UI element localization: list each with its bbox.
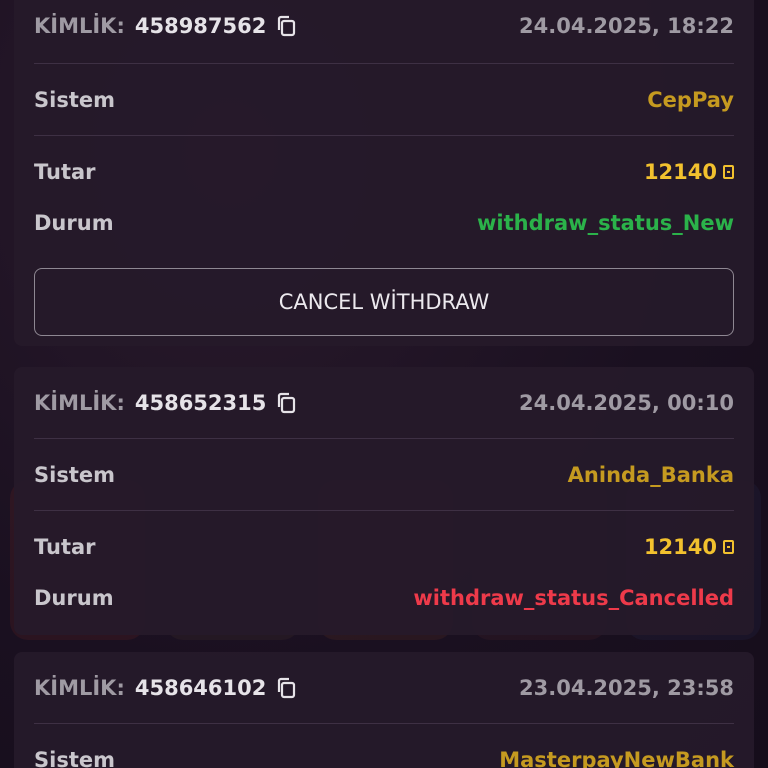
copy-icon[interactable] — [276, 15, 296, 37]
transaction-id: KİMLİK: 458987562 — [34, 14, 296, 38]
transaction-date: 24.04.2025, 18:22 — [519, 14, 734, 38]
id-label: KİMLİK: — [34, 14, 125, 38]
amount-value: 12140 — [644, 160, 734, 184]
system-row: Sistem CepPay — [34, 82, 734, 118]
system-value: Aninda_Banka — [567, 463, 734, 487]
divider — [34, 135, 734, 136]
divider — [34, 438, 734, 439]
status-row: Durum withdraw_status_Cancelled — [34, 580, 734, 616]
status-row: Durum withdraw_status_New — [34, 205, 734, 241]
transaction-card: KİMLİK: 458646102 23.04.2025, 23:58 Sist… — [14, 652, 754, 768]
system-value: MasterpayNewBank — [499, 748, 734, 768]
system-value: CepPay — [647, 88, 734, 112]
id-label: KİMLİK: — [34, 676, 125, 700]
system-label: Sistem — [34, 88, 115, 112]
currency-icon — [723, 165, 734, 179]
id-label: KİMLİK: — [34, 391, 125, 415]
amount-number: 12140 — [643, 160, 717, 184]
system-label: Sistem — [34, 463, 115, 487]
id-value: 458646102 — [134, 676, 267, 700]
transaction-header: KİMLİK: 458987562 24.04.2025, 18:22 — [34, 8, 734, 44]
divider — [34, 63, 734, 64]
transaction-card: KİMLİK: 458652315 24.04.2025, 00:10 Sist… — [14, 367, 754, 635]
id-value: 458652315 — [134, 391, 267, 415]
amount-row: Tutar 12140 — [34, 154, 734, 190]
divider — [34, 723, 734, 724]
currency-icon — [723, 540, 734, 554]
system-row: Sistem Aninda_Banka — [34, 457, 734, 493]
status-value: withdraw_status_New — [477, 211, 734, 235]
transaction-date: 23.04.2025, 23:58 — [519, 676, 734, 700]
withdraw-history-page: KİMLİK: 458987562 24.04.2025, 18:22 Sist… — [0, 0, 768, 768]
copy-icon[interactable] — [276, 677, 296, 699]
cancel-withdraw-button[interactable]: CANCEL WİTHDRAW — [34, 268, 734, 336]
transaction-id: KİMLİK: 458646102 — [34, 676, 296, 700]
status-value: withdraw_status_Cancelled — [413, 586, 734, 610]
transaction-header: KİMLİK: 458646102 23.04.2025, 23:58 — [34, 670, 734, 706]
transaction-header: KİMLİK: 458652315 24.04.2025, 00:10 — [34, 385, 734, 421]
divider — [34, 510, 734, 511]
amount-label: Tutar — [34, 160, 96, 184]
copy-icon[interactable] — [276, 392, 296, 414]
transaction-date: 24.04.2025, 00:10 — [519, 391, 734, 415]
id-value: 458987562 — [134, 14, 267, 38]
system-label: Sistem — [34, 748, 115, 768]
amount-number: 12140 — [643, 535, 717, 559]
transaction-id: KİMLİK: 458652315 — [34, 391, 296, 415]
amount-value: 12140 — [644, 535, 734, 559]
system-row: Sistem MasterpayNewBank — [34, 742, 734, 768]
status-label: Durum — [34, 586, 114, 610]
status-label: Durum — [34, 211, 114, 235]
transaction-card: KİMLİK: 458987562 24.04.2025, 18:22 Sist… — [14, 0, 754, 346]
amount-row: Tutar 12140 — [34, 529, 734, 565]
amount-label: Tutar — [34, 535, 96, 559]
